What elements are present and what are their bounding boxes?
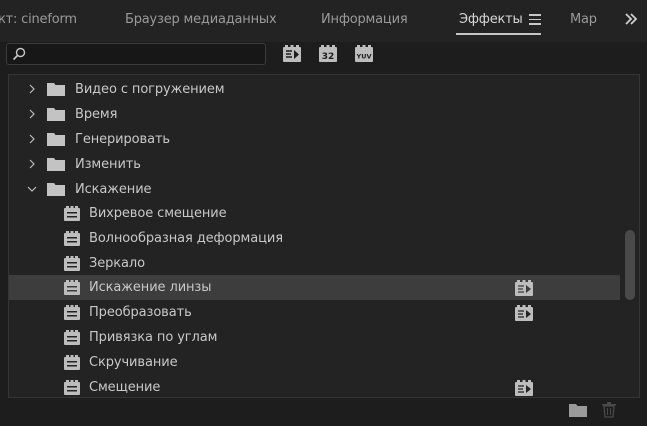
tree-folder-row[interactable]: Генерировать — [9, 127, 620, 152]
search-input[interactable] — [29, 45, 261, 63]
effect-icon — [64, 380, 80, 395]
chevron-right-icon[interactable] — [27, 84, 37, 94]
effect-label: Волнообразная деформация — [89, 231, 283, 246]
tab-project[interactable]: кт: cineform — [0, 12, 77, 27]
tab-media-browser[interactable]: Браузер медиаданных — [125, 12, 277, 27]
effect-icon — [64, 256, 80, 271]
panel-menu-icon[interactable] — [529, 14, 541, 25]
chevron-right-icon[interactable] — [27, 134, 37, 144]
folder-label: Искажение — [75, 182, 152, 197]
accelerated-effects-filter-button[interactable] — [282, 44, 302, 64]
new-folder-icon — [569, 404, 587, 417]
tree-effect-row[interactable]: Привязка по углам — [9, 325, 620, 350]
effect-label: Привязка по углам — [89, 330, 218, 345]
32bit-icon: 32 — [319, 45, 337, 62]
effect-label: Смещение — [89, 380, 161, 395]
tree-effect-row-selected[interactable]: Искажение линзы — [9, 275, 620, 300]
effect-icon — [64, 355, 80, 370]
yuv-filter-button[interactable]: YUV — [354, 44, 374, 64]
yuv-label: YUV — [355, 53, 371, 61]
effects-search-box[interactable] — [6, 43, 266, 65]
tree-effect-row[interactable]: Смещение — [9, 375, 620, 397]
delete-button[interactable] — [601, 402, 619, 418]
effects-tree-panel: Видео с погружением Время Генерировать И… — [8, 74, 640, 398]
search-icon — [12, 47, 26, 61]
tab-effects[interactable]: Эффекты — [459, 12, 523, 27]
folder-label: Генерировать — [75, 132, 170, 147]
yuv-icon: YUV — [355, 45, 373, 62]
tree-effect-row[interactable]: Преобразовать — [9, 300, 620, 325]
accelerated-effect-icon — [515, 380, 533, 396]
effect-label: Преобразовать — [89, 305, 192, 320]
tree-folder-row[interactable]: Видео с погружением — [9, 77, 620, 102]
32bit-label: 32 — [322, 52, 335, 62]
tree-folder-row[interactable]: Время — [9, 102, 620, 127]
trash-icon — [602, 402, 616, 418]
chevron-right-icon[interactable] — [27, 159, 37, 169]
tree-effect-row[interactable]: Волнообразная деформация — [9, 226, 620, 251]
accelerated-effect-icon — [515, 305, 533, 321]
tree-effect-row[interactable]: Зеркало — [9, 251, 620, 276]
effect-label: Искажение линзы — [89, 280, 212, 295]
tree-folder-row[interactable]: Изменить — [9, 152, 620, 177]
effect-icon — [64, 280, 80, 295]
accelerated-effects-icon — [283, 45, 301, 62]
folder-label: Изменить — [75, 157, 141, 172]
tab-overflow-icon[interactable] — [623, 11, 639, 27]
new-bin-button[interactable] — [569, 402, 587, 418]
tree-folder-row[interactable]: Искажение — [9, 177, 620, 202]
chevron-right-icon[interactable] — [27, 109, 37, 119]
folder-icon — [47, 133, 65, 146]
effect-icon — [64, 305, 80, 320]
tree-effect-row[interactable]: Вихревое смещение — [9, 201, 620, 226]
effect-icon — [64, 231, 80, 246]
folder-icon — [47, 83, 65, 96]
chevron-down-icon[interactable] — [27, 184, 37, 194]
tab-markers[interactable]: Мар — [570, 12, 597, 27]
panel-tab-bar: кт: cineform Браузер медиаданных Информа… — [0, 0, 647, 42]
folder-icon — [47, 183, 65, 196]
effect-label: Вихревое смещение — [89, 206, 227, 221]
active-tab-underline — [456, 33, 541, 35]
folder-label: Время — [75, 107, 118, 122]
tree-effect-row[interactable]: Скручивание — [9, 350, 620, 375]
folder-label: Видео с погружением — [75, 82, 225, 97]
scrollbar-thumb[interactable] — [625, 230, 635, 300]
effect-icon — [64, 330, 80, 345]
vertical-scrollbar[interactable] — [622, 75, 639, 397]
accelerated-effect-icon — [515, 280, 533, 296]
effect-label: Скручивание — [89, 355, 178, 370]
tab-info[interactable]: Информация — [321, 12, 408, 27]
32bit-filter-button[interactable]: 32 — [318, 44, 338, 64]
folder-icon — [47, 108, 65, 121]
effect-icon — [64, 206, 80, 221]
folder-icon — [47, 158, 65, 171]
effect-label: Зеркало — [89, 256, 145, 271]
